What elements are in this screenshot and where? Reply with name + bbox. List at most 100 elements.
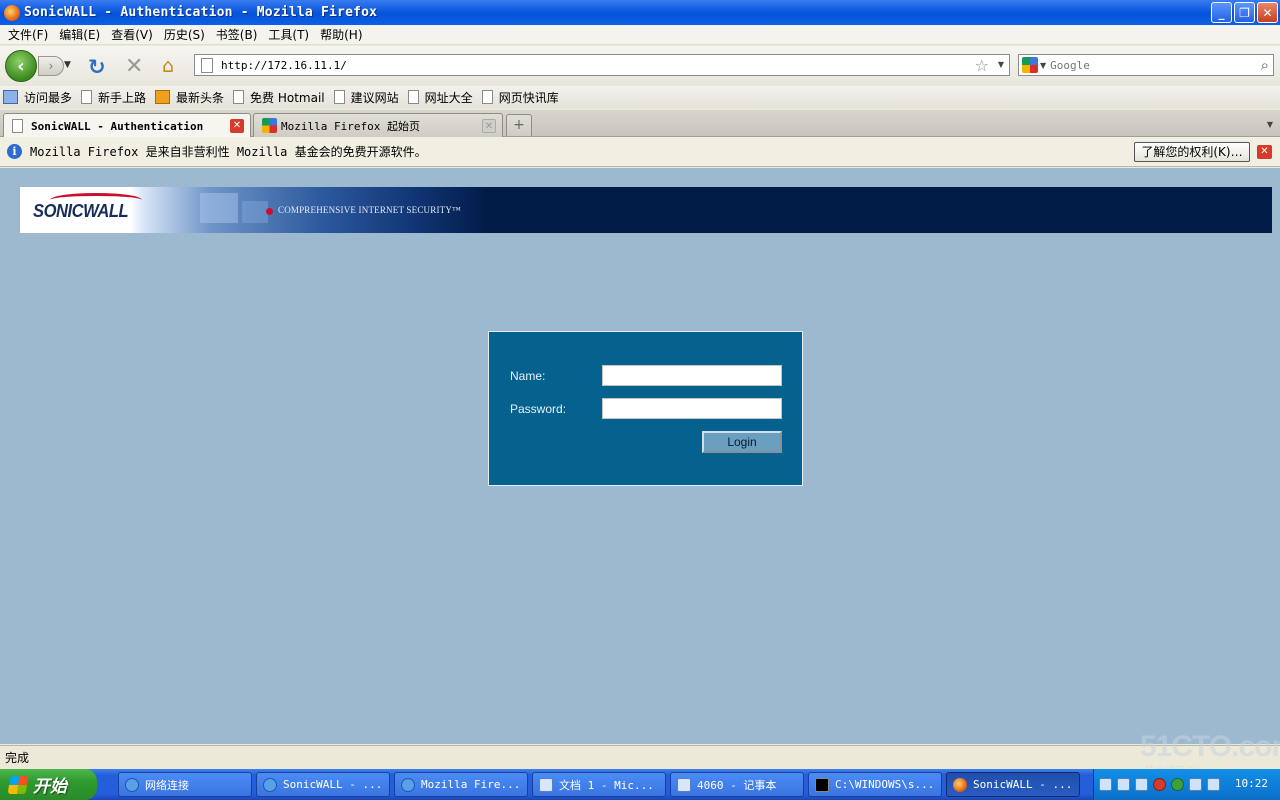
close-tab-icon[interactable]: ✕ — [482, 119, 496, 133]
system-tray: 10:22 — [1093, 769, 1280, 800]
tab-sonicwall-authentication[interactable]: SonicWALL - Authentication ✕ — [3, 113, 251, 138]
close-button[interactable]: ✕ — [1257, 2, 1278, 23]
wireless-tray-icon[interactable] — [1207, 778, 1220, 791]
search-icon[interactable]: ⌕ — [1261, 56, 1269, 74]
menu-bookmarks[interactable]: 书签(B) — [214, 26, 267, 43]
reload-icon[interactable]: ↻ — [88, 55, 106, 79]
forward-arrow-icon: › — [48, 59, 54, 73]
taskbar-item-network-connections[interactable]: 网络连接 — [118, 772, 252, 797]
search-input[interactable] — [1050, 58, 1241, 72]
password-input[interactable] — [602, 398, 782, 419]
page-icon — [333, 90, 345, 104]
tab-bar: SonicWALL - Authentication ✕ Mozilla Fir… — [0, 110, 1280, 138]
menu-tools[interactable]: 工具(T) — [266, 26, 318, 43]
network-icon — [125, 777, 139, 792]
bookmark-suggested-sites[interactable]: 建议网站 — [333, 89, 399, 106]
bookmark-web-slices[interactable]: 网页快讯库 — [481, 89, 559, 106]
bookmark-getting-started[interactable]: 新手上路 — [81, 89, 146, 106]
page-icon — [12, 119, 23, 133]
tab-firefox-start-page[interactable]: Mozilla Firefox 起始页 ✕ — [253, 113, 503, 137]
bookmark-star-icon[interactable]: ☆ — [975, 56, 989, 75]
banner-tagline: COMPREHENSIVE INTERNET SECURITY™ — [278, 205, 462, 215]
bookmark-label: 网址大全 — [424, 90, 473, 105]
menu-edit[interactable]: 编辑(E) — [57, 26, 109, 43]
status-bar: 完成 — [0, 745, 1280, 769]
address-bar[interactable]: ☆ ▼ — [194, 54, 1010, 76]
menu-history[interactable]: 历史(S) — [162, 26, 214, 43]
taskbar-item-sonicwall-ie[interactable]: SonicWALL - ... — [256, 772, 390, 797]
status-text: 完成 — [5, 751, 30, 765]
menu-file[interactable]: 文件(F) — [6, 26, 57, 43]
url-dropdown-icon[interactable]: ▼ — [998, 60, 1004, 69]
google-search-engine-icon[interactable] — [1022, 57, 1038, 73]
display-tray-icon[interactable] — [1135, 778, 1148, 791]
bookmark-label: 网页快讯库 — [498, 90, 559, 105]
bookmark-url-directory[interactable]: 网址大全 — [407, 89, 473, 106]
windows-logo-icon — [7, 775, 29, 794]
url-input[interactable] — [221, 58, 941, 72]
name-label: Name: — [510, 369, 546, 383]
search-engine-dropdown-icon[interactable]: ▼ — [1040, 61, 1046, 70]
taskbar-item-mozilla-ie[interactable]: Mozilla Fire... — [394, 772, 528, 797]
search-box[interactable]: ▼ ⌕ — [1018, 54, 1274, 76]
history-dropdown-icon[interactable]: ▼ — [64, 60, 71, 70]
most-visited-icon — [3, 90, 18, 104]
page-icon — [481, 90, 493, 104]
start-label: 开始 — [33, 777, 67, 797]
clock[interactable]: 10:22 — [1235, 777, 1268, 790]
tagline-bullet-icon — [266, 208, 273, 215]
close-tab-icon[interactable]: ✕ — [230, 119, 244, 133]
back-button[interactable]: ‹ — [5, 50, 37, 82]
bookmark-label: 最新头条 — [176, 90, 225, 105]
know-your-rights-button[interactable]: 了解您的权利(K)… — [1134, 142, 1250, 162]
bookmarks-toolbar: 访问最多 新手上路 最新头条 免费 Hotmail 建议网站 网址大全 网页快讯… — [0, 86, 1280, 108]
back-arrow-icon: ‹ — [17, 55, 25, 77]
bookmark-hotmail[interactable]: 免费 Hotmail — [233, 89, 325, 106]
page-icon — [201, 57, 213, 73]
taskbar-item-word-document[interactable]: 文档 1 - Mic... — [532, 772, 666, 797]
word-icon — [539, 777, 553, 792]
volume-tray-icon[interactable] — [1189, 778, 1202, 791]
window-title-bar[interactable]: SonicWALL - Authentication - Mozilla Fir… — [0, 0, 1280, 25]
forward-button[interactable]: › — [38, 56, 64, 76]
taskbar-item-command-prompt[interactable]: C:\WINDOWS\s... — [808, 772, 942, 797]
notification-message: Mozilla Firefox 是来自非营利性 Mozilla 基金会的免费开源… — [30, 145, 427, 159]
firefox-icon — [953, 777, 967, 792]
start-button[interactable]: 开始 — [0, 769, 97, 800]
tab-label: Mozilla Firefox 起始页 — [281, 119, 420, 133]
firefox-logo-icon — [4, 4, 20, 21]
sonicwall-banner: SONICWALL COMPREHENSIVE INTERNET SECURIT… — [20, 187, 1272, 233]
page-content: SONICWALL COMPREHENSIVE INTERNET SECURIT… — [0, 168, 1280, 744]
google-icon — [262, 118, 277, 133]
watermark-logo: 51CTO.com — [1140, 730, 1280, 763]
cmd-icon — [815, 777, 829, 792]
new-tab-button[interactable]: + — [506, 114, 532, 136]
security-tray-icon[interactable] — [1153, 778, 1166, 791]
taskbar-item-sonicwall-firefox[interactable]: SonicWALL - ... — [946, 772, 1080, 797]
show-hidden-icons-icon[interactable] — [1099, 778, 1112, 791]
restore-button[interactable]: ❐ — [1234, 2, 1255, 23]
close-notification-icon[interactable]: ✕ — [1257, 145, 1272, 159]
menu-view[interactable]: 查看(V) — [109, 26, 162, 43]
menu-help[interactable]: 帮助(H) — [318, 26, 371, 43]
bookmark-label: 新手上路 — [98, 90, 147, 105]
taskbar-item-notepad[interactable]: 4060 - 记事本 — [670, 772, 804, 797]
tab-list-dropdown-icon[interactable]: ▼ — [1262, 114, 1278, 136]
bookmark-latest-headlines[interactable]: 最新头条 — [155, 89, 224, 106]
login-form: Name: Password: Login — [488, 331, 803, 486]
page-icon — [407, 90, 419, 104]
tab-label: SonicWALL - Authentication — [31, 119, 204, 133]
stop-icon[interactable]: ✕ — [125, 54, 143, 79]
taskbar: 开始 网络连接 SonicWALL - ... Mozilla Fire... … — [0, 769, 1280, 800]
name-input[interactable] — [602, 365, 782, 386]
password-label: Password: — [510, 402, 567, 416]
home-icon[interactable]: ⌂ — [162, 55, 174, 77]
sonicwall-logo: SONICWALL — [33, 201, 129, 221]
network-tray-icon[interactable] — [1117, 778, 1130, 791]
notification-bar: i Mozilla Firefox 是来自非营利性 Mozilla 基金会的免费… — [0, 137, 1280, 167]
minimize-button[interactable]: _ — [1211, 2, 1232, 23]
update-tray-icon[interactable] — [1171, 778, 1184, 791]
login-button[interactable]: Login — [702, 431, 782, 453]
bookmark-most-visited[interactable]: 访问最多 — [3, 89, 72, 106]
page-icon — [233, 90, 245, 104]
